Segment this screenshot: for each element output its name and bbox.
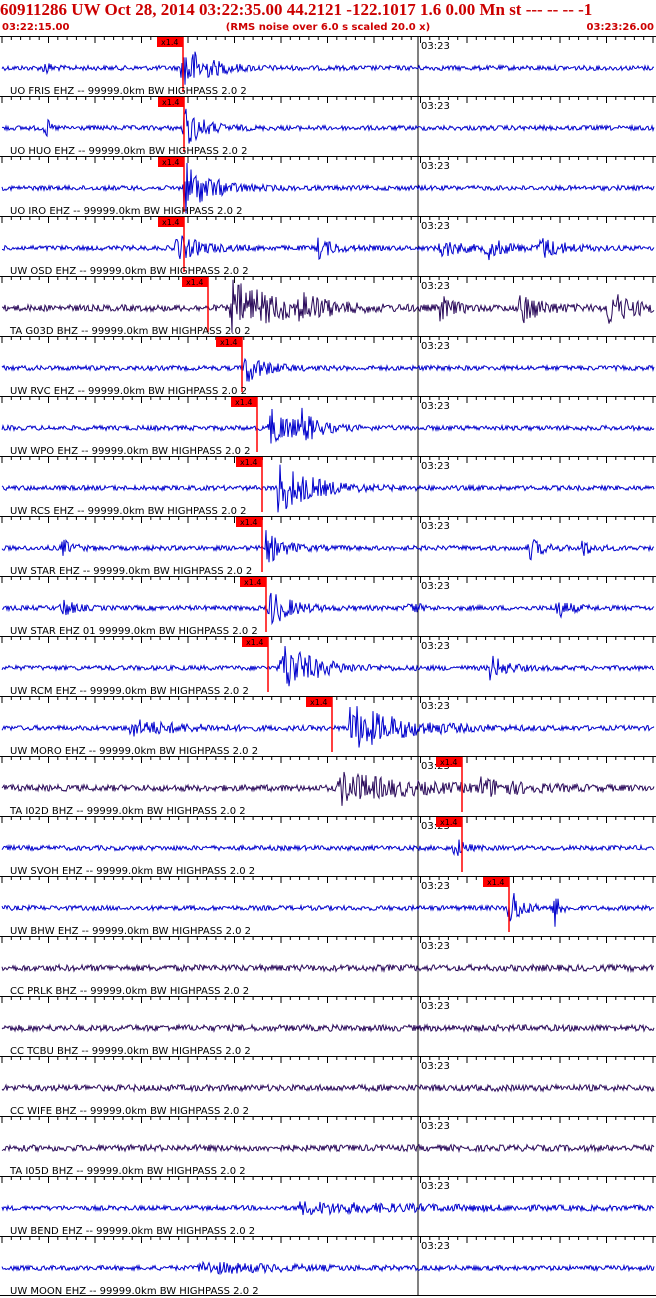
noise-note: (RMS noise over 6.0 s scaled 20.0 x)	[225, 22, 431, 33]
minute-label: 03:23	[421, 281, 450, 292]
channel-label: UW WPO EHZ -- 99999.0km BW HIGHPASS 2.0 …	[10, 446, 251, 457]
minute-label: 03:23	[421, 1181, 450, 1192]
waveform-trace	[1, 706, 655, 748]
minute-label: 03:23	[421, 701, 450, 712]
channel-label: UO HUO EHZ -- 99999.0km BW HIGHPASS 2.0 …	[10, 146, 247, 157]
minute-label: 03:23	[421, 341, 450, 352]
channel-label: TA I05D BHZ -- 99999.0km BW HIGHPASS 2.0…	[9, 1166, 246, 1177]
minute-label: 03:23	[421, 641, 450, 652]
channel-label: UO IRO EHZ -- 99999.0km BW HIGHPASS 2.0 …	[10, 206, 243, 217]
pick-label: x1.4	[244, 578, 261, 587]
minute-label: 03:23	[421, 401, 450, 412]
channel-label: CC WIFE BHZ -- 99999.0km BW HIGHPASS 2.0…	[10, 1106, 249, 1117]
waveform-trace	[1, 1143, 655, 1154]
waveform-trace	[1, 1023, 655, 1034]
event-title: 60911286 UW Oct 28, 2014 03:22:35.00 44.…	[0, 0, 593, 19]
pick-label: x1.4	[235, 398, 252, 407]
waveform-trace	[1, 51, 655, 85]
waveform-trace	[1, 279, 655, 333]
minute-label: 03:23	[421, 1001, 450, 1012]
pick-label: x1.4	[186, 278, 203, 287]
channel-label: CC PRLK BHZ -- 99999.0km BW HIGHPASS 2.0…	[10, 986, 249, 997]
waveform-trace	[1, 530, 655, 563]
waveform-trace	[1, 1260, 655, 1276]
channel-label: TA I02D BHZ -- 99999.0km BW HIGHPASS 2.0…	[9, 806, 246, 817]
waveform-trace	[1, 646, 655, 687]
pick-label: x1.4	[162, 218, 179, 227]
channel-label: UW MORO EHZ -- 99999.0km BW HIGHPASS 2.0…	[10, 746, 258, 757]
minute-label: 03:23	[421, 221, 450, 232]
waveform-trace	[1, 357, 655, 382]
channel-label: TA G03D BHZ -- 99999.0km BW HIGHPASS 2.0…	[9, 326, 250, 337]
waveform-trace	[1, 1083, 655, 1093]
time-bar: 03:22:15.00 (RMS noise over 6.0 s scaled…	[0, 21, 656, 35]
channel-label: UO FRIS EHZ -- 99999.0km BW HIGHPASS 2.0…	[10, 86, 247, 97]
pick-label: x1.4	[240, 518, 257, 527]
pick-label: x1.4	[240, 458, 257, 467]
minute-label: 03:23	[421, 101, 450, 112]
pick-label: x1.4	[440, 818, 457, 827]
channel-label: UW RCM EHZ -- 99999.0km BW HIGHPASS 2.0 …	[10, 686, 249, 697]
minute-label: 03:23	[421, 881, 450, 892]
waveform-trace	[1, 1201, 655, 1216]
minute-label: 03:23	[421, 41, 450, 52]
channel-label: UW OSD EHZ -- 99999.0km BW HIGHPASS 2.0 …	[10, 266, 249, 277]
channel-label: UW STAR EHZ 01 99999.0km BW HIGHPASS 2.0…	[10, 626, 258, 637]
waveform-trace	[1, 771, 655, 806]
waveform-trace	[2, 592, 655, 626]
pick-label: x1.4	[220, 338, 237, 347]
minute-label: 03:23	[421, 1121, 450, 1132]
waveform-trace	[1, 963, 655, 974]
pick-label: x1.4	[162, 98, 179, 107]
pick-label: x1.4	[440, 758, 457, 767]
end-time: 03:23:26.00	[586, 22, 654, 33]
channel-label: UW STAR EHZ -- 99999.0km BW HIGHPASS 2.0…	[10, 566, 252, 577]
waveform-trace	[1, 108, 655, 144]
pick-label: x1.4	[487, 878, 504, 887]
channel-label: UW BHW EHZ -- 99999.0km BW HIGHPASS 2.0 …	[10, 926, 251, 937]
minute-label: 03:23	[421, 1241, 450, 1252]
waveform-trace	[1, 235, 655, 261]
minute-label: 03:23	[421, 941, 450, 952]
channel-label: CC TCBU BHZ -- 99999.0km BW HIGHPASS 2.0…	[10, 1046, 251, 1057]
channel-label: UW RCS EHZ -- 99999.0km BW HIGHPASS 2.0 …	[10, 506, 247, 517]
channel-label: UW SVOH EHZ -- 99999.0km BW HIGHPASS 2.0…	[10, 866, 255, 877]
minute-label: 03:23	[421, 1061, 450, 1072]
channel-label: UW BEND EHZ -- 99999.0km BW HIGHPASS 2.0…	[10, 1226, 255, 1237]
minute-label: 03:23	[421, 161, 450, 172]
pick-label: x1.4	[162, 158, 179, 167]
channel-label: UW RVC EHZ -- 99999.0km BW HIGHPASS 2.0 …	[10, 386, 247, 397]
waveform-trace	[1, 407, 655, 444]
waveform-trace	[1, 893, 655, 927]
pick-label: x1.4	[310, 698, 327, 707]
pick-label: x1.4	[246, 638, 263, 647]
minute-label: 03:23	[421, 581, 450, 592]
pick-label: x1.4	[161, 38, 178, 47]
minute-label: 03:23	[421, 461, 450, 472]
minute-label: 03:23	[421, 521, 450, 532]
seismogram-panel: 03:23x1.4UO FRIS EHZ -- 99999.0km BW HIG…	[0, 36, 656, 1297]
waveform-trace	[1, 839, 655, 857]
